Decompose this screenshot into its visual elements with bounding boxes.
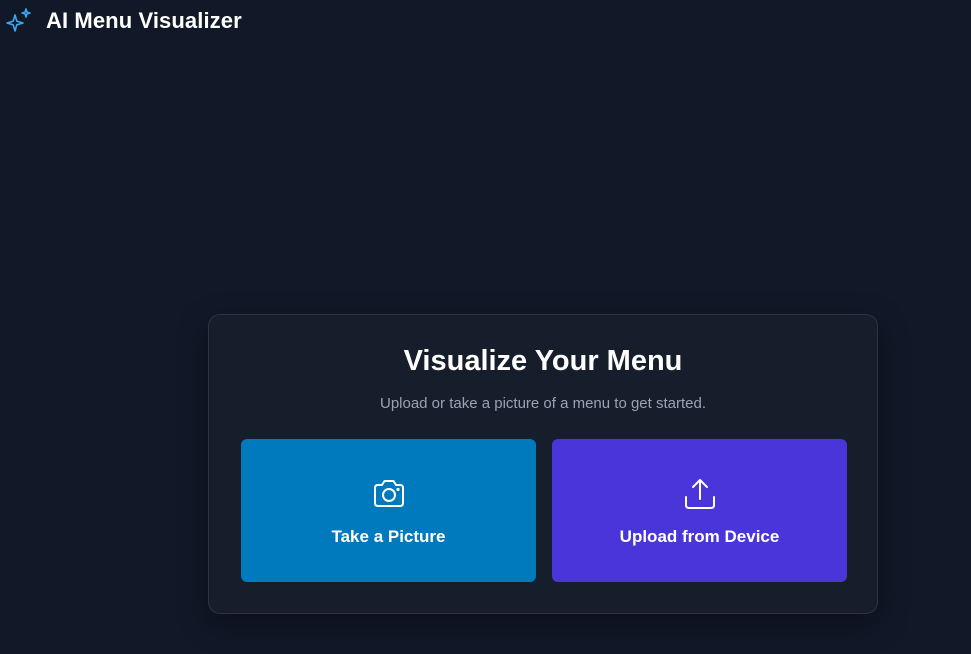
get-started-card: Visualize Your Menu Upload or take a pic… [208,314,878,614]
card-subtitle: Upload or take a picture of a menu to ge… [379,395,707,412]
take-picture-label: Take a Picture [331,526,446,546]
upload-from-device-button[interactable]: Upload from Device [552,439,847,582]
camera-icon [370,475,408,513]
app-header: AI Menu Visualizer [4,6,242,36]
card-title: Visualize Your Menu [403,345,683,377]
sparkles-icon [4,6,34,36]
take-picture-button[interactable]: Take a Picture [241,439,536,582]
upload-from-device-label: Upload from Device [619,526,780,546]
upload-icon [681,475,719,513]
app-title: AI Menu Visualizer [46,8,242,33]
